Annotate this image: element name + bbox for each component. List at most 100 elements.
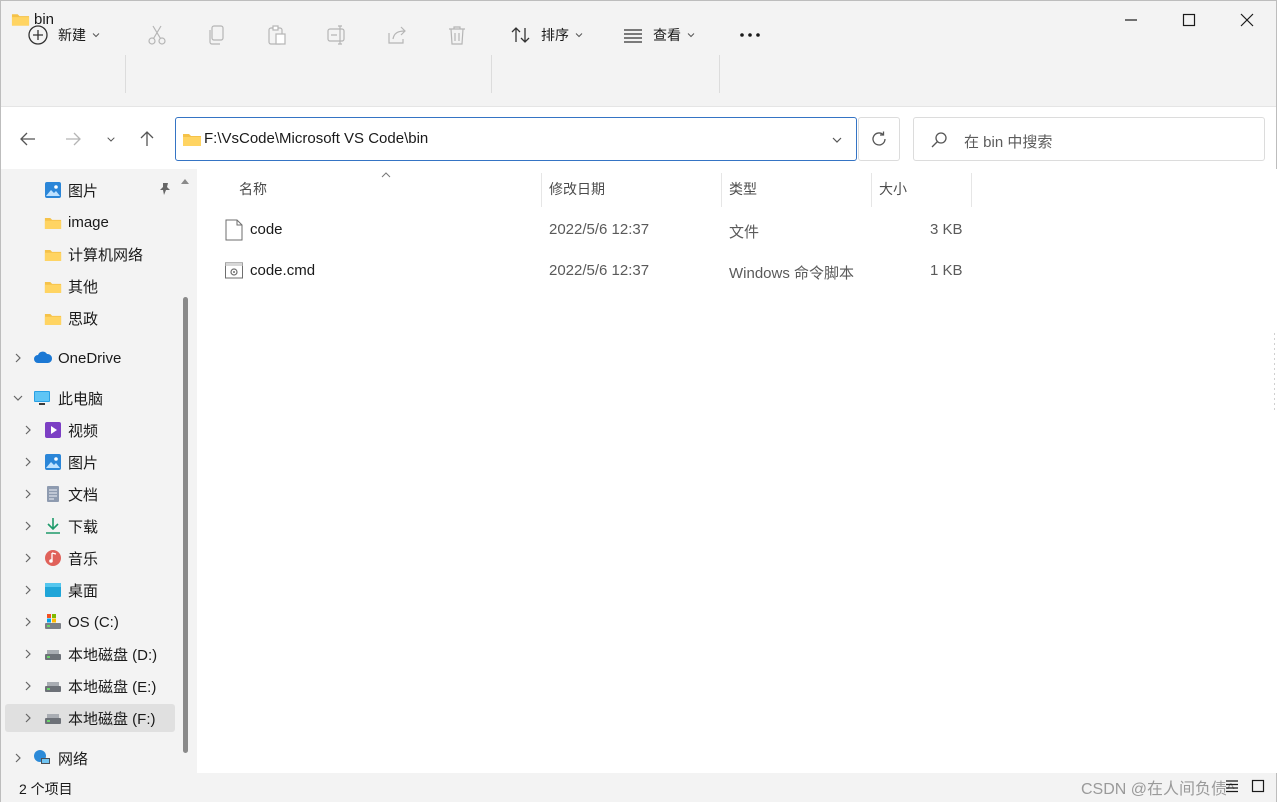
sidebar-item-image[interactable]: image <box>5 208 175 236</box>
folder-icon <box>44 218 62 229</box>
rename-button[interactable] <box>326 15 348 55</box>
trash-icon <box>449 26 465 45</box>
drive-icon <box>45 682 61 692</box>
back-button[interactable] <box>12 123 44 155</box>
chevron-right-icon[interactable] <box>23 617 33 627</box>
sidebar-item-label: 本地磁盘 (D:) <box>68 646 158 664</box>
chevron-down-icon <box>687 33 695 38</box>
sidebar-item-drive-f[interactable]: 本地磁盘 (F:) <box>5 704 175 732</box>
address-bar[interactable]: F:\VsCode\Microsoft VS Code\bin <box>175 117 857 161</box>
sidebar-item-label: OneDrive <box>58 349 122 367</box>
details-view-icon[interactable] <box>1225 779 1239 793</box>
chevron-right-icon[interactable] <box>23 425 33 435</box>
watermark-text: CSDN @在人间负债^ <box>1081 781 1235 798</box>
minimize-button[interactable] <box>1102 1 1160 39</box>
sidebar-item-videos[interactable]: 视频 <box>5 416 175 444</box>
sidebar-item-pictures[interactable]: 图片 <box>5 448 175 476</box>
search-box[interactable]: 在 bin 中搜索 <box>913 117 1265 161</box>
column-header-name[interactable]: 名称 <box>239 179 267 199</box>
file-size: 1 KB <box>930 262 963 279</box>
column-divider[interactable] <box>721 173 722 207</box>
file-name: code <box>250 221 283 238</box>
search-placeholder: 在 bin 中搜索 <box>964 134 1053 151</box>
column-header-size[interactable]: 大小 <box>879 179 907 199</box>
chevron-right-icon[interactable] <box>23 649 33 659</box>
sidebar-item-label: OS (C:) <box>68 613 119 631</box>
tiles-view-icon[interactable] <box>1251 779 1265 793</box>
forward-button[interactable] <box>57 123 89 155</box>
column-divider[interactable] <box>871 173 872 207</box>
folder-icon <box>44 250 62 261</box>
sidebar-item-pictures-quick[interactable]: 图片 <box>5 176 175 204</box>
column-header-modified[interactable]: 修改日期 <box>549 179 605 199</box>
sidebar-item-drive-c[interactable]: OS (C:) <box>5 608 175 636</box>
sidebar-item-label: 思政 <box>68 310 99 328</box>
file-row[interactable]: code.cmd 2022/5/6 12:37 Windows 命令脚本 1 K… <box>211 251 981 291</box>
copy-button[interactable] <box>206 15 228 55</box>
chevron-right-icon[interactable] <box>23 585 33 595</box>
share-button[interactable] <box>386 15 408 55</box>
file-size: 3 KB <box>930 221 963 238</box>
sidebar-item-desktop[interactable]: 桌面 <box>5 576 175 604</box>
sidebar-item-onedrive[interactable]: OneDrive <box>5 344 175 372</box>
sidebar-item-computer-network[interactable]: 计算机网络 <box>5 240 175 268</box>
paste-button[interactable] <box>266 15 288 55</box>
item-count: 2 个项目 <box>19 781 73 797</box>
plus-circle-icon <box>28 25 48 45</box>
sidebar-item-politics[interactable]: 思政 <box>5 304 175 332</box>
sidebar-item-label: 桌面 <box>68 582 99 600</box>
file-icon <box>225 219 243 241</box>
arrow-left-icon <box>20 132 35 146</box>
sidebar-item-downloads[interactable]: 下载 <box>5 512 175 540</box>
view-button[interactable]: 查看 <box>622 15 695 55</box>
chevron-right-icon[interactable] <box>13 353 23 363</box>
chevron-right-icon[interactable] <box>23 553 33 563</box>
sort-icon <box>511 27 530 43</box>
chevron-down-icon[interactable] <box>13 393 23 403</box>
sidebar-item-this-pc[interactable]: 此电脑 <box>5 384 175 412</box>
chevron-right-icon[interactable] <box>23 713 33 723</box>
column-divider[interactable] <box>541 173 542 207</box>
delete-button[interactable] <box>446 15 468 55</box>
chevron-right-icon[interactable] <box>23 457 33 467</box>
sort-label: 排序 <box>541 27 569 43</box>
chevron-right-icon[interactable] <box>23 681 33 691</box>
file-modified: 2022/5/6 12:37 <box>549 221 650 238</box>
recent-locations-button[interactable] <box>95 123 127 155</box>
more-options-button[interactable] <box>739 15 761 55</box>
navigation-scrollbar[interactable] <box>183 297 188 753</box>
share-icon <box>388 26 406 44</box>
chevron-right-icon[interactable] <box>23 489 33 499</box>
sort-button[interactable]: 排序 <box>510 15 583 55</box>
sidebar-item-music[interactable]: 音乐 <box>5 544 175 572</box>
sidebar-item-drive-d[interactable]: 本地磁盘 (D:) <box>5 640 175 668</box>
chevron-down-icon[interactable] <box>832 135 842 145</box>
new-button[interactable]: 新建 <box>27 15 100 55</box>
maximize-button[interactable] <box>1160 1 1218 39</box>
sidebar-item-drive-e[interactable]: 本地磁盘 (E:) <box>5 672 175 700</box>
file-type: Windows 命令脚本 <box>729 265 855 282</box>
file-row[interactable]: code 2022/5/6 12:37 文件 3 KB <box>211 210 981 250</box>
refresh-button[interactable] <box>858 117 900 161</box>
sidebar-item-label: 网络 <box>58 750 89 768</box>
resize-edge <box>1274 333 1275 413</box>
sort-ascending-icon <box>381 172 391 178</box>
chevron-right-icon[interactable] <box>23 521 33 531</box>
cut-button[interactable] <box>146 15 168 55</box>
sidebar-item-other[interactable]: 其他 <box>5 272 175 300</box>
column-header-type[interactable]: 类型 <box>729 179 757 199</box>
column-divider[interactable] <box>971 173 972 207</box>
folder-icon <box>44 314 62 325</box>
sidebar-item-documents[interactable]: 文档 <box>5 480 175 508</box>
chevron-right-icon[interactable] <box>13 753 23 763</box>
sidebar-item-label: 文档 <box>68 486 99 504</box>
up-button[interactable] <box>131 123 163 155</box>
maximize-icon <box>1182 13 1196 27</box>
close-button[interactable] <box>1218 1 1276 39</box>
scroll-up-icon[interactable] <box>180 177 190 185</box>
sidebar-item-label: 下载 <box>68 518 99 536</box>
chevron-down-icon <box>107 137 115 142</box>
sidebar-item-label: 图片 <box>68 182 99 200</box>
new-label: 新建 <box>58 27 86 43</box>
sidebar-item-network[interactable]: 网络 <box>5 744 175 772</box>
